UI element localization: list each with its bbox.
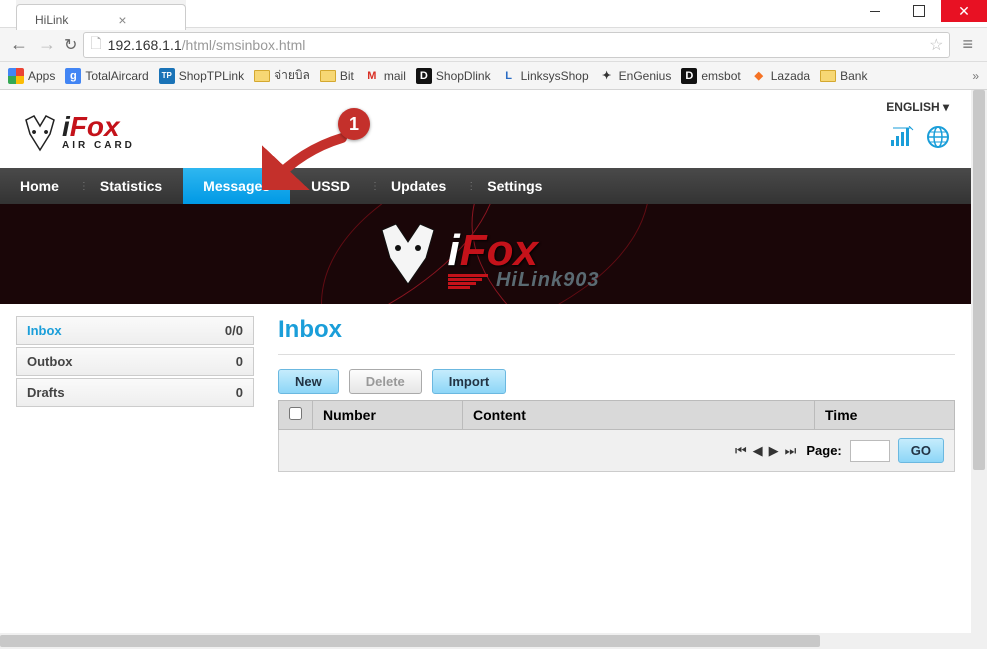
brand-fox: Fox xyxy=(70,111,120,142)
main-panel: Inbox New Delete Import Number Content T… xyxy=(278,316,955,472)
bookmark-icon: D xyxy=(681,68,697,84)
bookmarks-overflow-icon[interactable]: » xyxy=(972,69,979,83)
gmail-icon: M xyxy=(364,68,380,84)
sidebar-count: 0/0 xyxy=(225,323,243,338)
apps-icon xyxy=(8,68,24,84)
bookmark-icon: ✦ xyxy=(599,68,615,84)
bookmark-icon: ◆ xyxy=(751,68,767,84)
window-maximize-button[interactable] xyxy=(897,0,941,22)
page-viewport: iFox AIR CARD ENGLISH ▾ Home ⋮ Stat xyxy=(0,90,987,649)
bookmark-item[interactable]: ✦EnGenius xyxy=(599,68,672,84)
pager-last-icon[interactable]: ⏭ xyxy=(785,443,799,459)
vertical-scrollbar[interactable] xyxy=(971,90,987,649)
bookmarks-bar: Apps gTotalAircard TPShopTPLink จ่ายบิล … xyxy=(0,62,987,90)
page-header: iFox AIR CARD ENGLISH ▾ xyxy=(0,90,971,168)
bookmark-item[interactable]: ◆Lazada xyxy=(751,68,810,84)
browser-tab[interactable]: HiLink × xyxy=(16,4,186,30)
bookmark-folder[interactable]: Bit xyxy=(320,69,354,83)
bookmark-item[interactable]: TPShopTPLink xyxy=(159,68,244,84)
sidebar-item-inbox[interactable]: Inbox 0/0 xyxy=(16,316,254,345)
horizontal-scrollbar[interactable] xyxy=(0,633,971,649)
fox-icon xyxy=(20,112,60,152)
reload-button[interactable]: ↻ xyxy=(64,35,77,55)
sidebar-count: 0 xyxy=(236,385,243,400)
forward-button[interactable]: → xyxy=(36,34,58,55)
bookmark-item[interactable]: Mmail xyxy=(364,68,406,84)
folder-icon xyxy=(254,70,270,82)
pager-prev-icon[interactable]: ◀ xyxy=(753,443,765,459)
nav-home[interactable]: Home xyxy=(0,168,79,204)
bookmark-folder[interactable]: Bank xyxy=(820,69,867,83)
go-button[interactable]: GO xyxy=(898,438,944,463)
window-close-button[interactable]: ✕ xyxy=(941,0,987,22)
folder-icon xyxy=(320,70,336,82)
brand-sub: AIR CARD xyxy=(62,141,135,151)
back-button[interactable]: ← xyxy=(8,34,30,55)
banner-bars-icon xyxy=(448,273,488,290)
bookmark-icon: D xyxy=(416,68,432,84)
bookmark-icon: g xyxy=(65,68,81,84)
select-all-header xyxy=(279,401,313,430)
banner-i: i xyxy=(448,226,460,275)
folder-icon xyxy=(820,70,836,82)
banner-subtitle: HiLink903 xyxy=(496,269,599,291)
nav-updates[interactable]: Updates xyxy=(371,168,466,204)
nav-statistics[interactable]: Statistics xyxy=(80,168,182,204)
sidebar-item-outbox[interactable]: Outbox 0 xyxy=(16,347,254,376)
apps-label: Apps xyxy=(28,69,55,83)
bookmark-folder[interactable]: จ่ายบิล xyxy=(254,66,310,85)
bookmark-item[interactable]: Demsbot xyxy=(681,68,740,84)
import-button[interactable]: Import xyxy=(432,369,506,394)
page-title: Inbox xyxy=(278,316,955,355)
page-number-input[interactable] xyxy=(850,440,890,462)
tab-close-icon[interactable]: × xyxy=(118,12,126,28)
bookmark-item[interactable]: gTotalAircard xyxy=(65,68,148,84)
messages-table: Number Content Time xyxy=(278,400,955,430)
bookmark-icon: TP xyxy=(159,68,175,84)
globe-icon xyxy=(927,126,949,154)
browser-tab-strip: HiLink × xyxy=(16,0,186,30)
page-icon: 🗋 xyxy=(90,33,101,57)
annotation-badge: 1 xyxy=(338,108,370,140)
signal-icon xyxy=(891,126,915,154)
bookmark-item[interactable]: DShopDlink xyxy=(416,68,491,84)
pagination: ⏮ ◀ ▶ ⏭ Page: GO xyxy=(278,430,955,472)
annotation-arrow-icon xyxy=(262,130,352,190)
browser-menu-icon[interactable]: ≡ xyxy=(956,34,979,55)
delete-button[interactable]: Delete xyxy=(349,369,422,394)
sidebar-label: Outbox xyxy=(27,354,73,369)
pager-label: Page: xyxy=(806,443,841,458)
url-host: 192.168.1.1 xyxy=(108,37,182,53)
url-path: /html/smsinbox.html xyxy=(182,37,306,53)
col-time: Time xyxy=(815,401,955,430)
sidebar: Inbox 0/0 Outbox 0 Drafts 0 xyxy=(16,316,254,472)
select-all-checkbox[interactable] xyxy=(289,407,302,420)
sidebar-label: Inbox xyxy=(27,323,62,338)
sidebar-count: 0 xyxy=(236,354,243,369)
col-content: Content xyxy=(463,401,815,430)
brand-logo: iFox AIR CARD xyxy=(20,96,135,168)
bookmark-star-icon[interactable]: ☆ xyxy=(929,35,943,55)
tab-title: HiLink xyxy=(35,13,68,27)
apps-button[interactable]: Apps xyxy=(8,68,55,84)
col-number: Number xyxy=(313,401,463,430)
address-bar[interactable]: 🗋 192.168.1.1/html/smsinbox.html ☆ xyxy=(83,32,950,58)
brand-i: i xyxy=(62,111,70,142)
new-button[interactable]: New xyxy=(278,369,339,394)
bookmark-item[interactable]: LLinksysShop xyxy=(501,68,589,84)
window-minimize-button[interactable] xyxy=(853,0,897,22)
sidebar-item-drafts[interactable]: Drafts 0 xyxy=(16,378,254,407)
bookmark-icon: L xyxy=(501,68,517,84)
banner: iFox HiLink903 xyxy=(0,204,971,304)
main-nav: Home ⋮ Statistics ⋮ Messages ⋮ USSD ⋮ Up… xyxy=(0,168,971,204)
browser-toolbar: ← → ↻ 🗋 192.168.1.1/html/smsinbox.html ☆… xyxy=(0,28,987,62)
sidebar-label: Drafts xyxy=(27,385,65,400)
pager-first-icon[interactable]: ⏮ xyxy=(735,443,749,459)
nav-settings[interactable]: Settings xyxy=(467,168,562,204)
language-selector[interactable]: ENGLISH ▾ xyxy=(886,100,949,114)
banner-fox-icon xyxy=(372,218,444,290)
pager-next-icon[interactable]: ▶ xyxy=(769,443,781,459)
